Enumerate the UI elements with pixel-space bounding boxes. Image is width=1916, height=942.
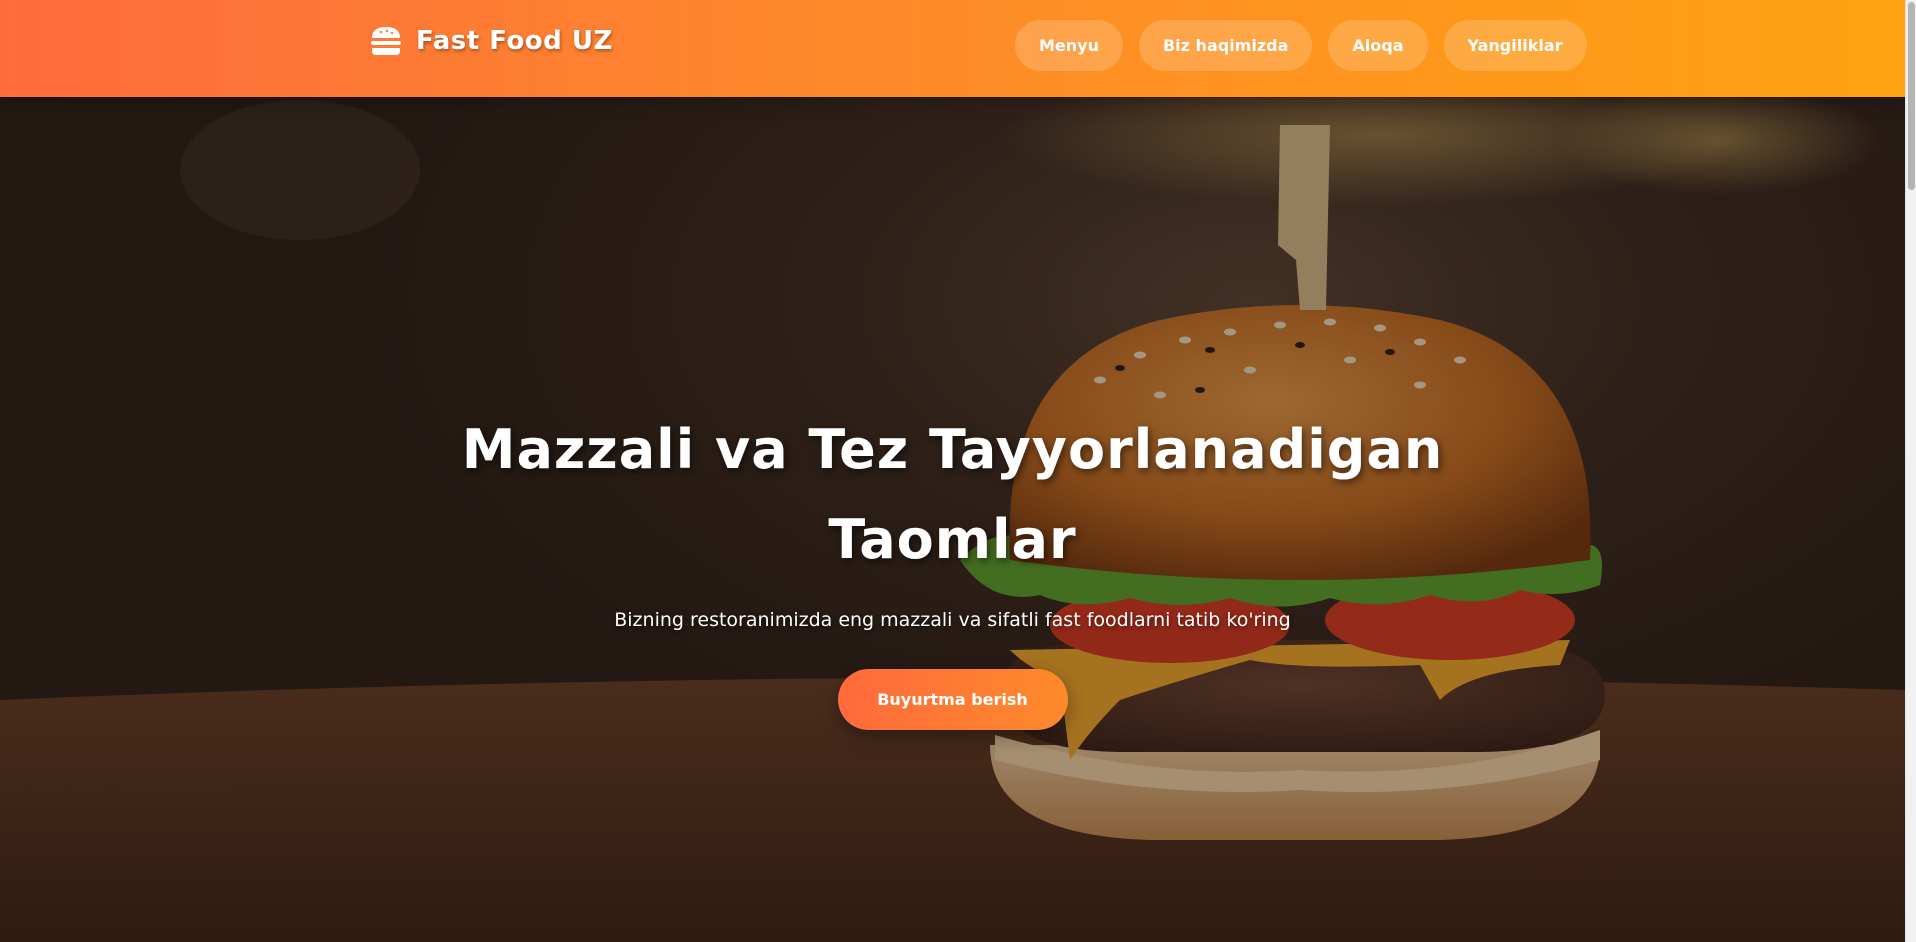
- hero-title: Mazzali va Tez Tayyorlanadigan Taomlar: [461, 418, 1444, 571]
- scrollbar-thumb[interactable]: [1908, 2, 1915, 190]
- nav-item-menyu[interactable]: Menyu: [1015, 20, 1123, 71]
- brand-name: Fast Food UZ: [416, 26, 613, 56]
- brand[interactable]: Fast Food UZ: [370, 26, 613, 56]
- main-nav: Menyu Biz haqimizda Aloqa Yangiliklar: [1015, 20, 1587, 71]
- page-scrollbar[interactable]: [1905, 0, 1916, 942]
- nav-item-yangiliklar[interactable]: Yangiliklar: [1443, 20, 1587, 71]
- hero-content: Mazzali va Tez Tayyorlanadigan Taomlar B…: [0, 405, 1905, 730]
- site-header: Fast Food UZ Menyu Biz haqimizda Aloqa Y…: [0, 0, 1905, 97]
- hero-subtitle: Bizning restoranimizda eng mazzali va si…: [614, 609, 1291, 631]
- nav-item-aloqa[interactable]: Aloqa: [1328, 20, 1428, 71]
- order-button[interactable]: Buyurtma berish: [837, 669, 1068, 730]
- burger-icon: [371, 27, 401, 55]
- nav-item-biz-haqimizda[interactable]: Biz haqimizda: [1138, 20, 1313, 71]
- page: Fast Food UZ Menyu Biz haqimizda Aloqa Y…: [0, 0, 1916, 942]
